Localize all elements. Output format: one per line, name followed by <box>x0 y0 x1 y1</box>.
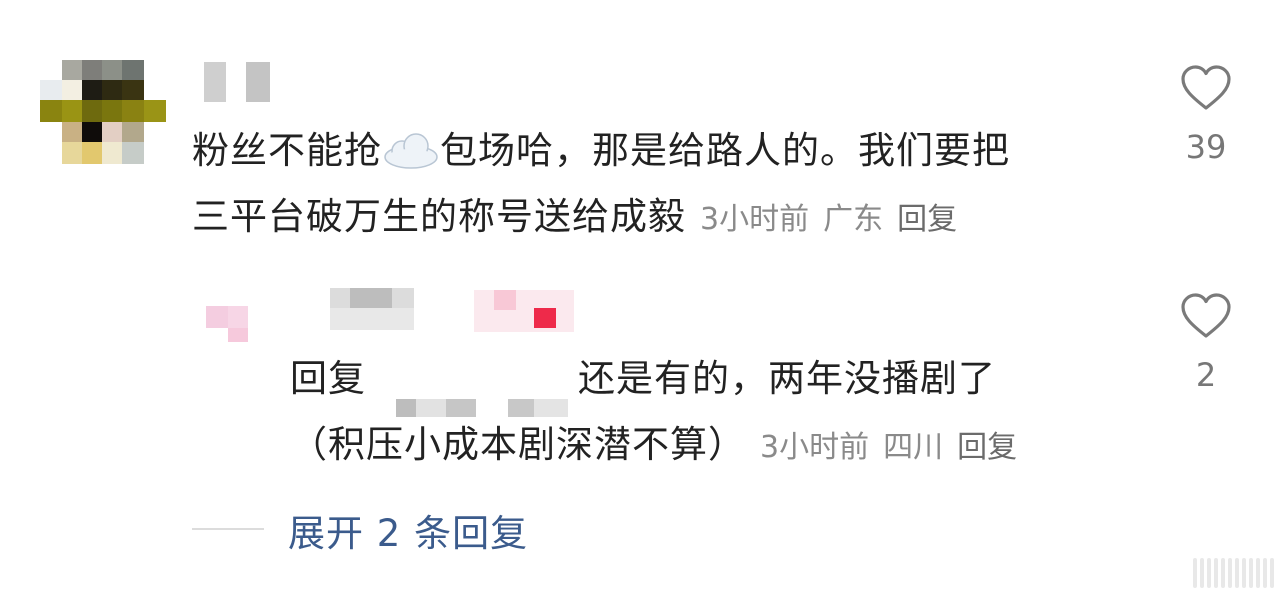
avatar-pixel <box>122 100 144 122</box>
avatar-pixel <box>144 100 166 122</box>
reply-meta: 3小时前 四川 回复 <box>760 430 1031 465</box>
avatar-pixel <box>102 122 122 142</box>
comment-text-part-1: 粉丝不能抢 <box>192 129 382 172</box>
comment-line-2: 三平台破万生的称号送给成毅 3小时前 广东 回复 <box>192 184 1152 253</box>
avatar-pixel <box>102 100 122 122</box>
reply-badge-obscured <box>474 290 574 332</box>
heart-icon[interactable] <box>1180 292 1232 340</box>
avatar-pixel <box>122 60 144 80</box>
expand-replies-button[interactable]: 展开 2 条回复 <box>288 503 528 557</box>
avatar[interactable] <box>40 60 166 164</box>
expand-divider <box>192 528 264 530</box>
reply-avatar[interactable] <box>206 292 266 348</box>
heart-icon[interactable] <box>1180 64 1232 112</box>
like-count: 39 <box>1185 128 1227 166</box>
reply-avatar-pixel <box>206 306 228 328</box>
reply-text-1: 还是有的，两年没播剧了 <box>578 357 996 400</box>
reply-avatar-pixel <box>228 306 248 328</box>
avatar-pixel <box>82 100 102 122</box>
avatar-pixel <box>62 142 82 164</box>
reply-badge-pixel <box>534 308 556 328</box>
reply-avatar-pixel <box>228 328 248 342</box>
reply-badge-pixel <box>494 290 516 310</box>
reply-location: 四川 <box>883 430 944 465</box>
avatar-pixel <box>62 60 82 80</box>
comment-time: 3小时前 <box>700 202 810 237</box>
reply-mention-obscured[interactable] <box>372 372 572 417</box>
username-obscured[interactable] <box>204 62 274 102</box>
reply-line-1: 回复 还是有的，两年没播剧了 <box>290 346 1170 417</box>
reply-like-count: 2 <box>1195 356 1217 394</box>
reply-reply-button[interactable]: 回复 <box>957 430 1017 465</box>
reply-username-pixel <box>350 288 392 308</box>
avatar-pixel <box>102 60 122 80</box>
avatar-pixel <box>82 142 102 164</box>
comment-text-part-3: 三平台破万生的称号送给成毅 <box>192 195 686 238</box>
reply-like[interactable]: 2 <box>1166 292 1246 392</box>
reply-body[interactable]: 回复 还是有的，两年没播剧了 （积压小成本剧深潜不算） 3小时前 四川 回复 <box>290 346 1170 481</box>
avatar-pixel <box>62 100 82 122</box>
comment-line-1: 粉丝不能抢 包场哈，那是给路人的。我们要把 <box>192 118 1152 184</box>
reply-prefix: 回复 <box>290 357 366 400</box>
comment-location: 广东 <box>823 202 884 237</box>
avatar-pixel <box>102 80 122 100</box>
avatar-pixel <box>40 80 62 100</box>
avatar-pixel <box>122 142 144 164</box>
cloud-emoji-icon <box>382 124 440 169</box>
username-pixel <box>246 62 270 102</box>
watermark-bars <box>1193 558 1274 588</box>
reply-text-2: （积压小成本剧深潜不算） <box>290 423 746 466</box>
avatar-pixel <box>62 122 82 142</box>
avatar-pixel <box>122 122 144 142</box>
reply-badge-pixel <box>474 290 574 332</box>
avatar-pixel <box>82 122 102 142</box>
comment-reply-button[interactable]: 回复 <box>897 202 957 237</box>
avatar-pixel <box>62 80 82 100</box>
avatar-pixel <box>82 60 102 80</box>
reply-line-2: （积压小成本剧深潜不算） 3小时前 四川 回复 <box>290 412 1170 481</box>
avatar-pixel <box>40 100 62 122</box>
comment-like[interactable]: 39 <box>1166 64 1246 164</box>
reply-username-obscured[interactable] <box>330 288 414 330</box>
comment-meta: 3小时前 广东 回复 <box>700 202 971 237</box>
reply-username-pixel <box>330 308 414 330</box>
comment-text-part-2: 包场哈，那是给路人的。我们要把 <box>440 129 1010 172</box>
reply-time: 3小时前 <box>760 430 870 465</box>
avatar-pixel <box>82 80 102 100</box>
avatar-pixel <box>102 142 122 164</box>
username-pixel <box>204 62 226 102</box>
avatar-pixel <box>122 80 144 100</box>
comment-body[interactable]: 粉丝不能抢 包场哈，那是给路人的。我们要把 三平台破万生的称号送给成毅 3小时前广… <box>192 118 1152 253</box>
